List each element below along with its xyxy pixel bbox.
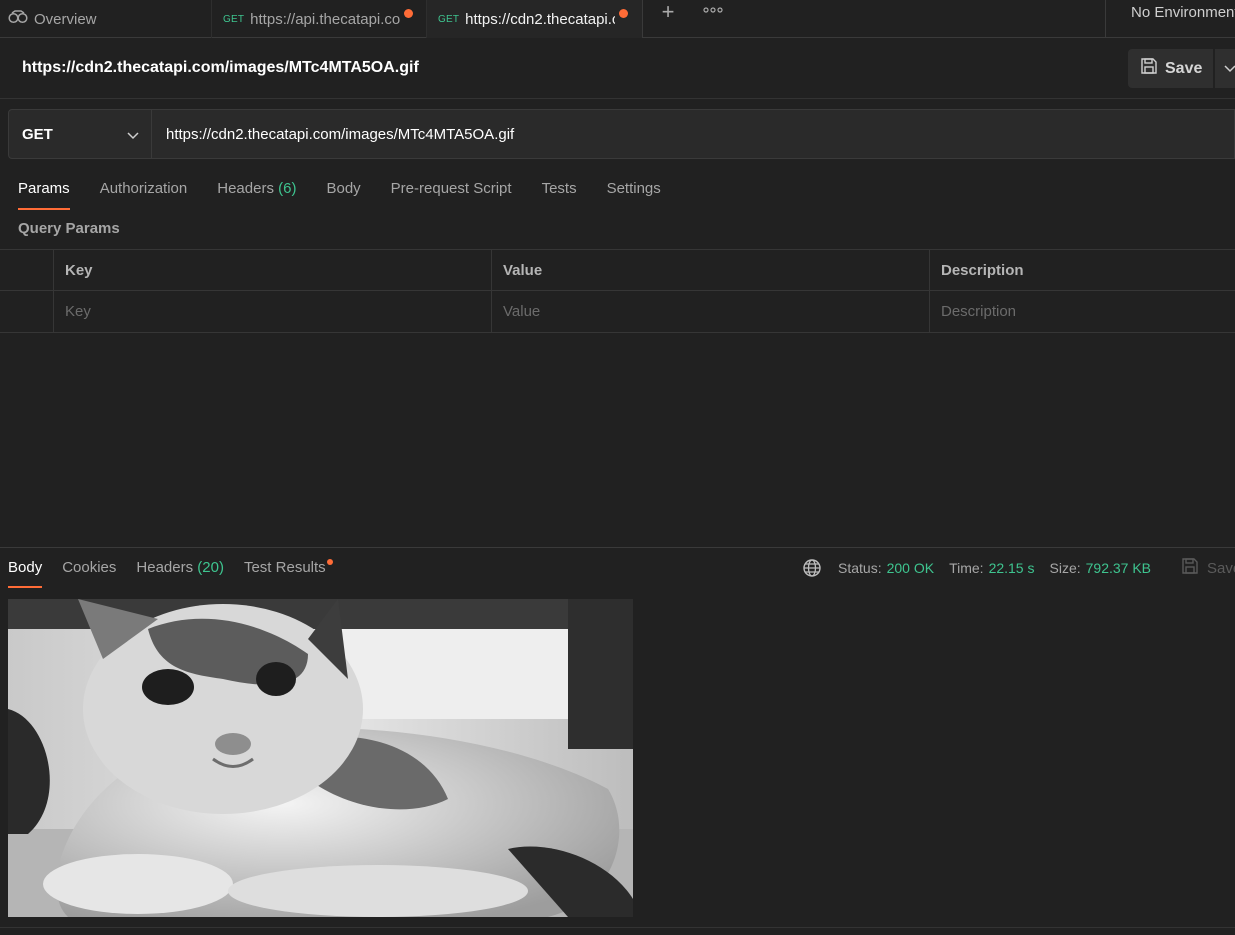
status-label: Status: [838,560,882,576]
save-options-chevron-down-icon[interactable] [1215,49,1235,88]
unsaved-dot-icon [404,9,413,18]
overview-icon [8,10,28,28]
environment-select[interactable]: No Environment [1105,0,1235,38]
param-description-input[interactable]: Description [930,291,1235,332]
unsaved-dot-icon [619,9,628,18]
response-tab-cookies[interactable]: Cookies [62,556,116,588]
more-tabs-icon[interactable] [701,2,725,24]
tab-method-badge: GET [223,13,245,25]
response-tabs: Body Cookies Headers (20) Test Results [8,556,346,590]
query-params-table: Key Value Description Key Value Descript… [0,249,1235,333]
globe-icon[interactable] [802,558,822,578]
tab-pre-request-script[interactable]: Pre-request Script [391,176,512,210]
tab-request-catapi[interactable]: GET https://api.thecatapi.com [212,0,427,38]
response-meta: Status: 200 OK Time: 22.15 s Size: 792.3… [802,557,1166,579]
table-row: Key Value Description [0,291,1235,333]
new-tab-plus-icon[interactable]: + [656,1,680,26]
column-header-key: Key [54,250,492,290]
time-label: Time: [949,560,984,576]
save-button[interactable]: Save [1128,49,1213,88]
tab-overview[interactable]: Overview [0,0,212,38]
save-icon [1181,557,1199,579]
response-tab-headers-label: Headers [136,559,194,576]
row-checkbox-cell [0,291,54,332]
response-tab-test-results-label: Test Results [243,559,326,576]
http-method-select[interactable]: GET [8,109,152,159]
save-response-button[interactable]: Save [1181,557,1235,579]
save-button-label: Save [1165,59,1203,77]
request-title-bar: https://cdn2.thecatapi.com/images/MTc4MT… [0,38,1235,99]
response-image-kitten [8,599,633,917]
response-tab-test-results[interactable]: Test Results [243,556,333,588]
footer-divider [0,927,1235,928]
chevron-down-icon [127,127,139,144]
response-tab-body[interactable]: Body [8,556,43,588]
response-tab-headers[interactable]: Headers (20) [136,556,224,588]
save-button-group: Save [1128,49,1235,88]
url-bar: GET https://cdn2.thecatapi.com/images/MT… [8,109,1235,159]
table-header-row: Key Value Description [0,249,1235,291]
notification-dot-icon [326,559,333,565]
tab-request-title: https://api.thecatapi.com [250,10,401,28]
tab-overview-label: Overview [34,10,97,28]
tab-method-badge: GET [438,13,460,25]
save-icon [1140,57,1158,80]
request-tabs: Params Authorization Headers (6) Body Pr… [18,176,691,210]
save-response-label: Save [1207,559,1235,577]
query-params-heading: Query Params [18,220,120,237]
tab-body[interactable]: Body [326,176,360,210]
request-title[interactable]: https://cdn2.thecatapi.com/images/MTc4MT… [22,59,419,77]
response-headers-count-badge: (20) [197,559,224,576]
tab-request-cdn2[interactable]: GET https://cdn2.thecatapi.com [427,0,643,38]
tab-params[interactable]: Params [18,176,70,210]
tab-bar: Overview GET https://api.thecatapi.com G… [0,0,1235,38]
tab-settings[interactable]: Settings [607,176,661,210]
url-input[interactable]: https://cdn2.thecatapi.com/images/MTc4MT… [152,109,1235,159]
response-pane-divider[interactable] [0,547,1235,548]
http-method-value: GET [22,125,53,143]
time-value[interactable]: 22.15 s [989,560,1035,576]
param-key-input[interactable]: Key [54,291,492,332]
tab-headers-label: Headers [217,180,274,197]
column-header-value: Value [492,250,930,290]
tab-headers[interactable]: Headers (6) [217,176,296,210]
size-label: Size: [1049,560,1081,576]
headers-count-badge: (6) [278,180,297,197]
tab-request-title: https://cdn2.thecatapi.com [465,10,615,28]
size-value[interactable]: 792.37 KB [1086,560,1151,576]
param-value-input[interactable]: Value [492,291,930,332]
checkbox-column-header [0,250,54,290]
tab-authorization[interactable]: Authorization [100,176,188,210]
tab-tests[interactable]: Tests [542,176,577,210]
status-value[interactable]: 200 OK [887,560,934,576]
column-header-description: Description [941,261,1024,279]
